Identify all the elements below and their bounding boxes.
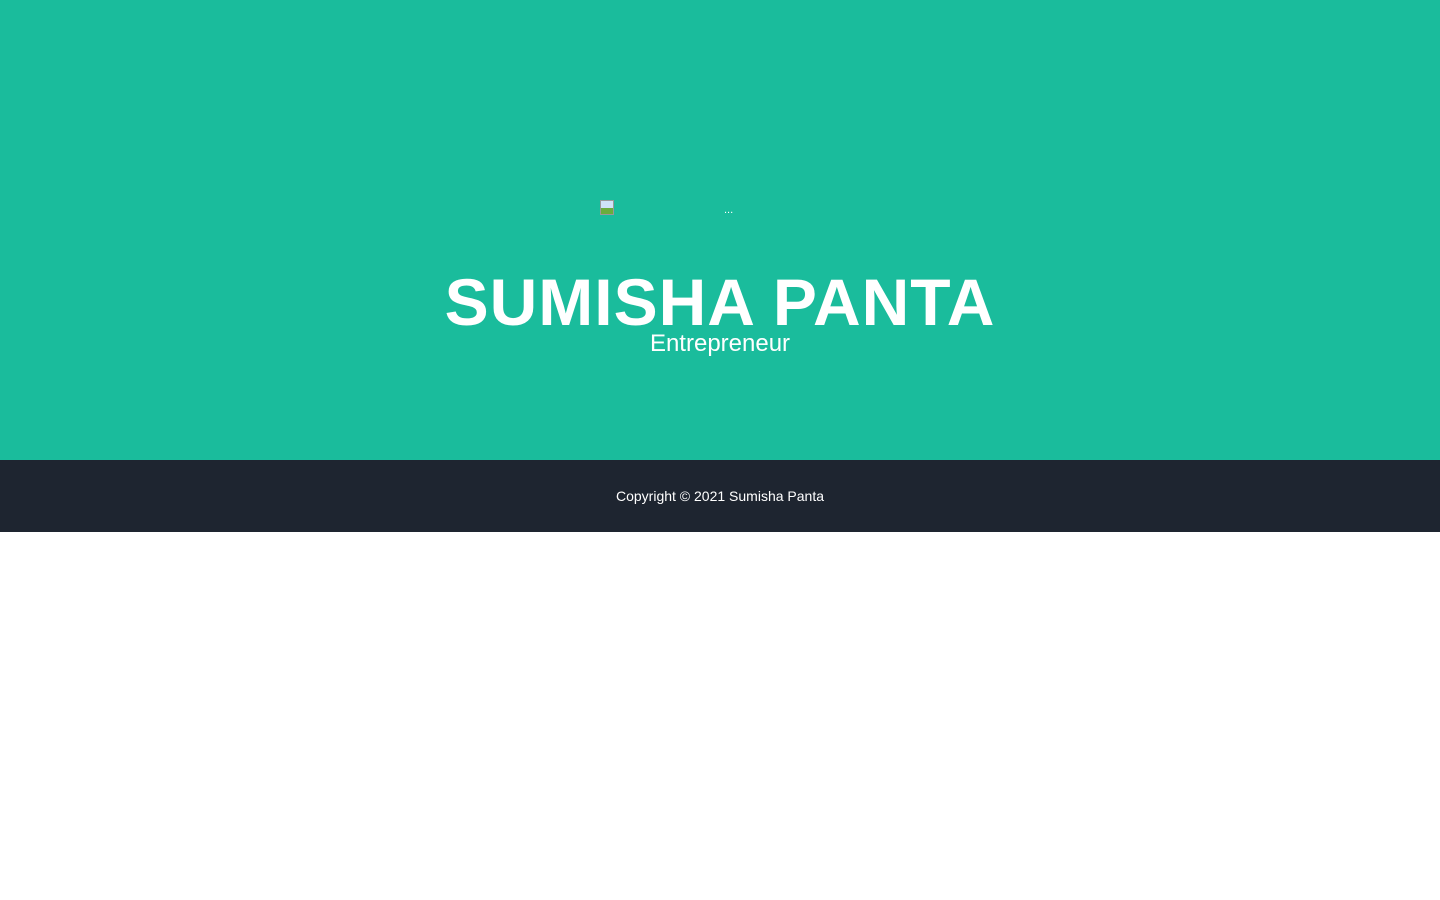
footer: Copyright © 2021 Sumisha Panta bbox=[0, 460, 1440, 532]
broken-image-icon bbox=[600, 200, 614, 215]
image-alt-text: ... bbox=[724, 204, 734, 216]
page-title: SUMISHA PANTA bbox=[444, 265, 996, 339]
subtitle: Entrepreneur bbox=[649, 330, 791, 357]
hero-section: ... SUMISHA PANTA Entrepreneur bbox=[0, 0, 1440, 460]
copyright-text: Copyright © 2021 Sumisha Panta bbox=[616, 488, 824, 504]
profile-image: ... bbox=[600, 200, 860, 220]
